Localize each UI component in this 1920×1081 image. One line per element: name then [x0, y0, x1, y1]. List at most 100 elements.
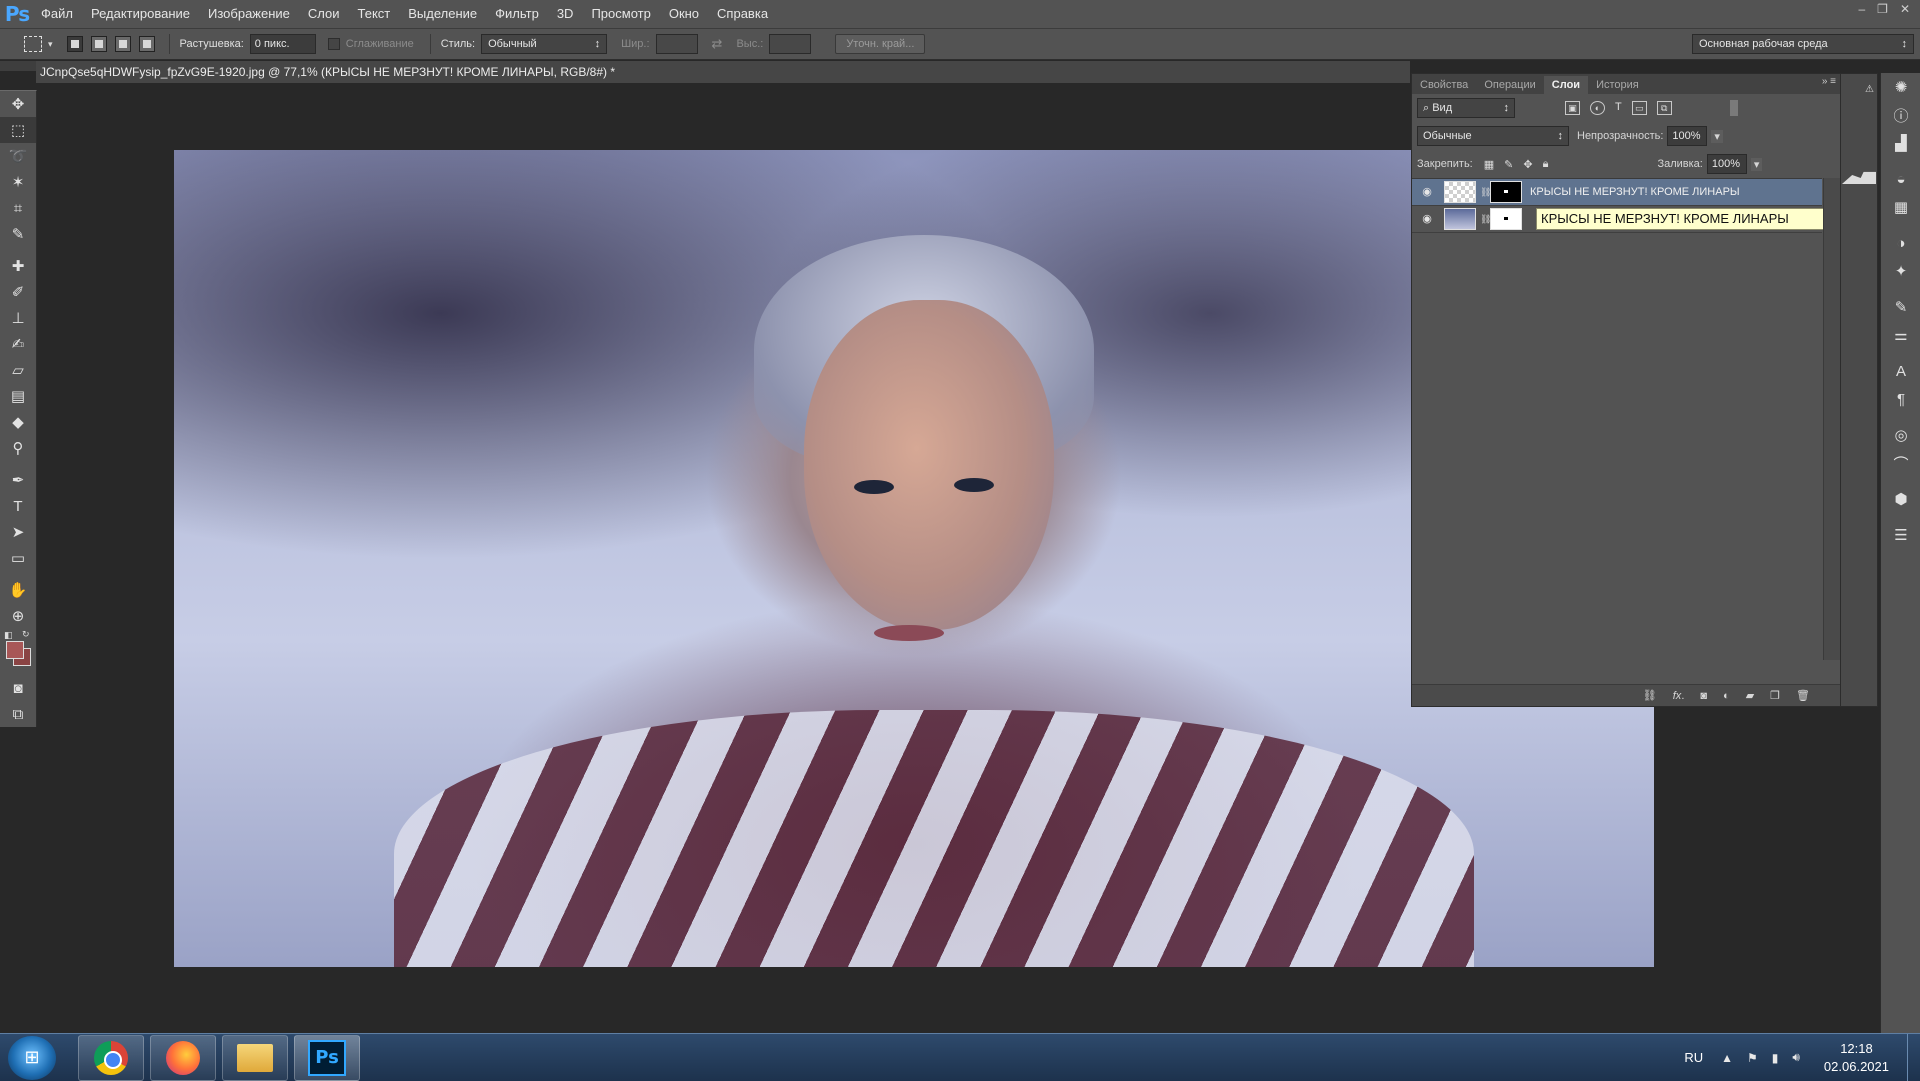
- quick-mask-icon[interactable]: ◙: [0, 675, 36, 701]
- feather-input[interactable]: 0 пикс.: [249, 34, 316, 54]
- minimize-button[interactable]: ‒: [1858, 0, 1865, 20]
- fill-input[interactable]: 100%: [1706, 154, 1747, 174]
- 3d-icon[interactable]: ⬢: [1881, 485, 1920, 513]
- layer-mask-thumbnail[interactable]: [1490, 208, 1522, 230]
- start-button[interactable]: ⊞: [8, 1035, 56, 1080]
- workspace-select[interactable]: Основная рабочая среда ↕: [1692, 34, 1914, 54]
- volume-icon[interactable]: 🔊︎: [1792, 1050, 1800, 1065]
- lock-transparency-icon[interactable]: ▦: [1484, 158, 1494, 171]
- foreground-color-swatch[interactable]: [6, 641, 24, 659]
- eraser-tool-icon[interactable]: ▱: [0, 357, 36, 383]
- new-selection-icon[interactable]: [66, 36, 83, 52]
- menu-view[interactable]: Просмотр: [582, 0, 659, 28]
- refine-edge-button[interactable]: Уточн. край...: [835, 34, 926, 54]
- menu-edit[interactable]: Редактирование: [82, 0, 199, 28]
- type-tool-icon[interactable]: T: [0, 493, 36, 519]
- menu-3d[interactable]: 3D: [548, 0, 583, 28]
- close-button[interactable]: ✕: [1900, 0, 1910, 20]
- brush-tool-icon[interactable]: ✐: [0, 279, 36, 305]
- info-icon[interactable]: ⓘ: [1881, 101, 1920, 129]
- timeline-icon[interactable]: ☰: [1881, 521, 1920, 549]
- brush-presets-icon[interactable]: ✎: [1881, 293, 1920, 321]
- opacity-input[interactable]: 100%: [1667, 126, 1708, 146]
- fill-dropdown-icon[interactable]: ▾: [1750, 157, 1763, 171]
- show-desktop-button[interactable]: [1907, 1034, 1920, 1081]
- add-mask-icon[interactable]: ◙: [1700, 690, 1707, 702]
- menu-file[interactable]: Файл: [32, 0, 82, 28]
- paragraph-icon[interactable]: ¶: [1881, 385, 1920, 413]
- layer-mask-thumbnail[interactable]: [1490, 181, 1522, 203]
- tab-layers[interactable]: Слои: [1543, 76, 1589, 94]
- filter-toggle-switch[interactable]: [1729, 100, 1738, 116]
- menu-select[interactable]: Выделение: [399, 0, 486, 28]
- eye-icon[interactable]: ◉: [1420, 185, 1434, 199]
- network-icon[interactable]: ▮: [1772, 1051, 1779, 1065]
- tab-actions[interactable]: Операции: [1476, 76, 1543, 94]
- swap-dimensions-icon[interactable]: ⇄: [712, 36, 723, 52]
- lock-position-icon[interactable]: ✥: [1523, 158, 1532, 171]
- type-filter-icon[interactable]: T: [1615, 101, 1622, 115]
- lock-pixels-icon[interactable]: ✎: [1504, 158, 1513, 171]
- adjustments-icon[interactable]: ◑: [1881, 229, 1920, 257]
- swap-colors-icon[interactable]: ↻: [22, 629, 30, 640]
- restore-button[interactable]: ❐: [1877, 0, 1888, 20]
- default-colors-icon[interactable]: ◧: [4, 630, 13, 641]
- show-hidden-icons-icon[interactable]: ▲: [1721, 1051, 1733, 1065]
- new-group-folder-icon[interactable]: ▰: [1746, 689, 1754, 702]
- chain-link-icon[interactable]: ⛓: [1480, 187, 1491, 198]
- toolbar-collapse-handle[interactable]: [0, 61, 36, 71]
- clone-source-icon[interactable]: ⚌: [1881, 321, 1920, 349]
- filter-kind-select[interactable]: ⌕ Вид ↕: [1417, 98, 1515, 118]
- dodge-tool-icon[interactable]: ⚲: [0, 435, 36, 461]
- adjustment-layer-icon[interactable]: ◐: [1723, 690, 1730, 702]
- tab-properties[interactable]: Свойства: [1412, 76, 1476, 94]
- new-layer-icon[interactable]: ❐: [1770, 689, 1780, 702]
- navigator-icon[interactable]: ✺: [1881, 73, 1920, 101]
- opacity-dropdown-icon[interactable]: ▾: [1711, 129, 1723, 143]
- path-selection-tool-icon[interactable]: ➤: [0, 519, 36, 545]
- rectangle-shape-tool-icon[interactable]: ▭: [0, 545, 36, 571]
- subtract-selection-icon[interactable]: [114, 36, 131, 52]
- menu-filter[interactable]: Фильтр: [486, 0, 548, 28]
- menu-window[interactable]: Окно: [660, 0, 708, 28]
- taskbar-explorer[interactable]: [222, 1034, 288, 1081]
- layer-rename-input[interactable]: КРЫСЫ НЕ МЕРЗНУТ! КРОМЕ ЛИНАРЫ: [1536, 208, 1824, 230]
- fx-icon[interactable]: fx.: [1673, 690, 1685, 702]
- tab-history[interactable]: История: [1588, 76, 1647, 94]
- add-to-selection-icon[interactable]: [90, 36, 107, 52]
- taskbar-chrome[interactable]: [78, 1034, 144, 1081]
- pen-tool-icon[interactable]: ✒: [0, 467, 36, 493]
- antialias-checkbox[interactable]: [327, 38, 340, 50]
- chain-link-icon[interactable]: ⛓: [1480, 214, 1491, 225]
- layers-scrollbar[interactable]: [1823, 178, 1840, 660]
- adjustment-filter-icon[interactable]: ◐: [1590, 101, 1605, 115]
- screen-mode-icon[interactable]: ⧉: [0, 701, 36, 727]
- lasso-tool-icon[interactable]: ➰: [0, 143, 36, 169]
- trash-icon[interactable]: 🗑︎: [1796, 689, 1810, 702]
- clock[interactable]: 12:18 02.06.2021: [1824, 1040, 1889, 1076]
- hand-tool-icon[interactable]: ✋: [0, 577, 36, 603]
- language-indicator[interactable]: RU: [1684, 1050, 1703, 1065]
- histogram-icon[interactable]: ▟: [1881, 129, 1920, 157]
- width-input[interactable]: [655, 34, 698, 54]
- document-tab[interactable]: JCnpQse5qHDWFysip_fpZvG9E-1920.jpg @ 77,…: [36, 61, 1410, 83]
- intersect-selection-icon[interactable]: [138, 36, 155, 52]
- action-center-icon[interactable]: ⚑: [1747, 1051, 1758, 1065]
- panel-menu-icon[interactable]: » ≡: [1822, 76, 1836, 87]
- menu-help[interactable]: Справка: [708, 0, 777, 28]
- taskbar-photoshop[interactable]: Ps: [294, 1034, 360, 1081]
- move-tool-icon[interactable]: ✥: [0, 91, 36, 117]
- warning-icon[interactable]: ⚠: [1865, 84, 1874, 95]
- history-brush-tool-icon[interactable]: ✍: [0, 331, 36, 357]
- clone-stamp-tool-icon[interactable]: ⊥: [0, 305, 36, 331]
- gradient-tool-icon[interactable]: ▤: [0, 383, 36, 409]
- eye-icon[interactable]: ◉: [1420, 212, 1434, 226]
- color-icon[interactable]: ◒: [1881, 165, 1920, 193]
- lock-all-icon[interactable]: 🔒︎: [1543, 158, 1549, 171]
- character-icon[interactable]: A: [1881, 357, 1920, 385]
- rectangular-marquee-preset-icon[interactable]: [24, 36, 42, 52]
- menu-type[interactable]: Текст: [349, 0, 400, 28]
- style-select[interactable]: Обычный ↕: [481, 34, 608, 54]
- shape-filter-icon[interactable]: ▭: [1631, 101, 1647, 115]
- magic-wand-tool-icon[interactable]: ✶: [0, 169, 36, 195]
